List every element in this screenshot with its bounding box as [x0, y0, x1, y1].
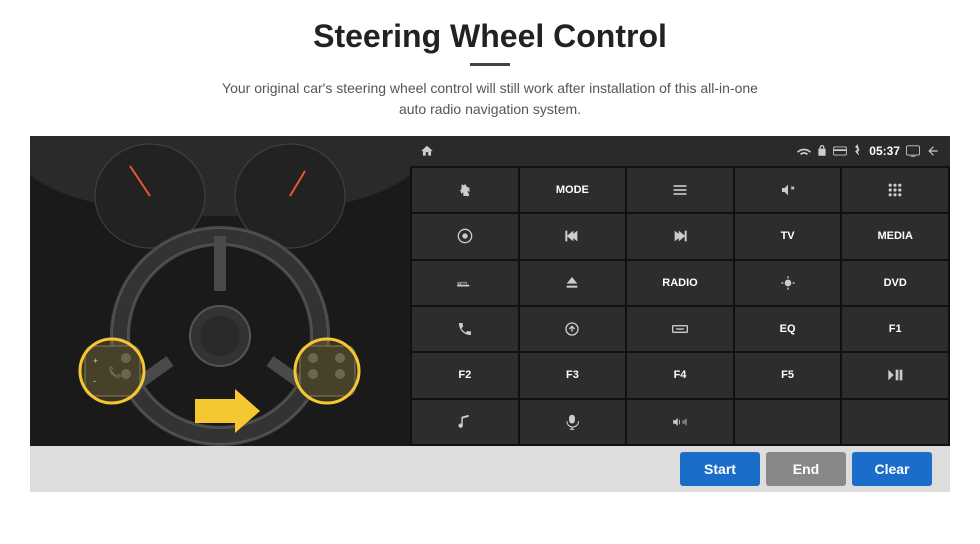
btn-tv[interactable]: TV	[735, 214, 841, 258]
btn-eq[interactable]: EQ	[735, 307, 841, 351]
clear-button[interactable]: Clear	[852, 452, 932, 486]
btn-f4[interactable]: F4	[627, 353, 733, 397]
card-icon	[833, 146, 847, 156]
btn-list[interactable]	[627, 168, 733, 212]
btn-minus-rect[interactable]	[627, 307, 733, 351]
btn-empty-2[interactable]	[842, 400, 948, 444]
title-divider	[470, 63, 510, 66]
status-left	[420, 144, 434, 158]
page-title: Steering Wheel Control	[313, 18, 667, 55]
btn-vol-control[interactable]	[627, 400, 733, 444]
btn-brightness[interactable]	[735, 261, 841, 305]
btn-f3[interactable]: F3	[520, 353, 626, 397]
home-icon	[420, 144, 434, 158]
btn-mic[interactable]	[520, 400, 626, 444]
btn-phone[interactable]	[412, 307, 518, 351]
status-time: 05:37	[869, 144, 900, 158]
content-row: + - 📞	[30, 136, 950, 446]
end-button[interactable]: End	[766, 452, 846, 486]
btn-nav-arrow[interactable]	[412, 168, 518, 212]
btn-radio[interactable]: RADIO	[627, 261, 733, 305]
btn-dvd[interactable]: DVD	[842, 261, 948, 305]
start-button[interactable]: Start	[680, 452, 760, 486]
btn-prev[interactable]	[520, 214, 626, 258]
status-right: 05:37	[797, 144, 940, 158]
btn-f1[interactable]: F1	[842, 307, 948, 351]
button-grid: MODE	[410, 166, 950, 446]
btn-empty-1[interactable]	[735, 400, 841, 444]
bottom-action-bar: Start End Clear	[30, 446, 950, 492]
back-icon	[926, 144, 940, 158]
bluetooth-icon	[853, 144, 863, 158]
btn-next[interactable]	[627, 214, 733, 258]
btn-vol-mute[interactable]	[735, 168, 841, 212]
btn-circle-arrow[interactable]	[520, 307, 626, 351]
status-bar: 05:37	[410, 136, 950, 166]
btn-play-pause[interactable]	[842, 353, 948, 397]
btn-mode[interactable]: MODE	[520, 168, 626, 212]
steering-wheel-image: + - 📞	[30, 136, 410, 446]
page-subtitle: Your original car's steering wheel contr…	[222, 78, 758, 120]
screen-icon	[906, 145, 920, 157]
btn-settings[interactable]	[412, 214, 518, 258]
btn-media[interactable]: MEDIA	[842, 214, 948, 258]
btn-f5[interactable]: F5	[735, 353, 841, 397]
wifi-icon	[797, 146, 811, 156]
btn-360[interactable]: 360	[412, 261, 518, 305]
btn-music[interactable]	[412, 400, 518, 444]
btn-f2[interactable]: F2	[412, 353, 518, 397]
btn-eject[interactable]	[520, 261, 626, 305]
lock-icon	[817, 145, 827, 157]
radio-panel: 05:37 MODE	[410, 136, 950, 446]
btn-grid[interactable]	[842, 168, 948, 212]
